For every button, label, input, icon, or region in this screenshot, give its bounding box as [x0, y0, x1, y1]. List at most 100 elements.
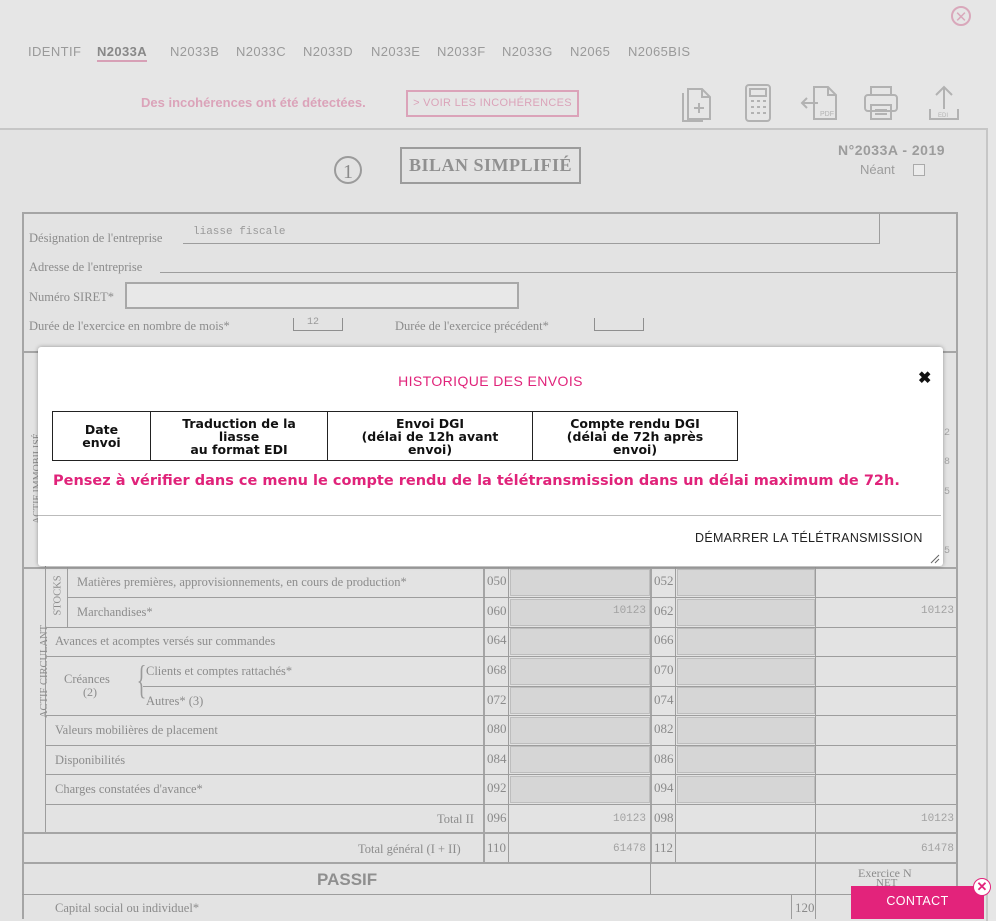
duree-value: 12	[307, 317, 320, 328]
history-table: Date envoi Traduction de la liasse au for…	[52, 411, 738, 461]
row-label: Autres* (3)	[146, 694, 204, 708]
siret-label: Numéro SIRET*	[29, 290, 115, 304]
tab-n2033f[interactable]: N2033F	[437, 44, 486, 59]
line-code: 050	[487, 573, 507, 588]
resize-grip-icon[interactable]	[928, 551, 940, 564]
line-code: 084	[487, 751, 507, 766]
divider	[791, 894, 792, 919]
line-code: 072	[487, 692, 507, 707]
start-teletransmission-button[interactable]: DÉMARRER LA TÉLÉTRANSMISSION	[695, 531, 923, 545]
tab-n2033d[interactable]: N2033D	[303, 44, 353, 59]
siret-input[interactable]	[125, 282, 519, 309]
copy-add-icon[interactable]	[678, 83, 720, 123]
tab-n2033g[interactable]: N2033G	[502, 44, 553, 59]
row-label: Disponibilités	[55, 753, 126, 767]
tab-n2065bis[interactable]: N2065BIS	[628, 44, 690, 59]
line-code: 064	[487, 632, 507, 647]
neant-label: Néant	[860, 162, 895, 177]
duree-label: Durée de l'exercice en nombre de mois*	[29, 319, 230, 333]
divider	[22, 567, 958, 569]
line-code: 062	[654, 603, 674, 618]
right-value: 5	[944, 546, 951, 557]
col-date-envoi: Date envoi	[52, 411, 151, 461]
amount-value: 61478	[920, 843, 954, 855]
amount-input[interactable]	[677, 746, 815, 773]
amount-input[interactable]	[677, 687, 815, 714]
amount-value: 10123	[920, 605, 954, 617]
amount-input[interactable]	[677, 628, 815, 655]
line-code: 086	[654, 751, 674, 766]
close-icon[interactable]: ✕	[951, 6, 971, 26]
amount-input[interactable]	[510, 776, 650, 803]
tab-n2033e[interactable]: N2033E	[371, 44, 420, 59]
tab-n2033c[interactable]: N2033C	[236, 44, 286, 59]
divider	[879, 214, 880, 243]
row-label: Avances et acomptes versés sur commandes	[55, 634, 276, 648]
amount-input[interactable]	[677, 776, 815, 803]
total-general-label: Total général (I + II)	[358, 842, 461, 856]
col-envoi-dgi: Envoi DGI (délai de 12h avant envoi)	[327, 411, 533, 461]
row-divider	[45, 804, 956, 805]
line-code: 068	[487, 662, 507, 677]
line-code: 080	[487, 721, 507, 736]
modal-title: HISTORIQUE DES ENVOIS	[398, 373, 583, 389]
amount-value: 61478	[612, 843, 646, 855]
edi-upload-icon[interactable]: EDI	[923, 83, 965, 123]
line-code: 096	[487, 810, 507, 825]
row-divider	[45, 774, 956, 775]
duree-prec-input[interactable]	[594, 318, 644, 331]
tab-identif[interactable]: IDENTIF	[28, 44, 81, 59]
tab-n2033a[interactable]: N2033A	[97, 44, 148, 62]
capital-label: Capital social ou individuel*	[55, 901, 200, 915]
row-divider	[45, 715, 956, 716]
right-value: 8	[944, 457, 951, 468]
amount-input[interactable]	[677, 569, 815, 596]
amount-input[interactable]	[510, 717, 650, 744]
contact-button[interactable]: CONTACT	[851, 886, 984, 919]
tab-n2065[interactable]: N2065	[570, 44, 610, 59]
row-divider	[45, 656, 956, 657]
svg-text:PDF: PDF	[820, 111, 834, 118]
modal-close-icon[interactable]: ✖	[918, 368, 931, 388]
incoherence-message: Des incohérences ont été détectées.	[141, 95, 366, 110]
amount-input[interactable]	[677, 717, 815, 744]
calculator-icon[interactable]	[737, 83, 779, 123]
line-code: 110	[487, 840, 507, 855]
row-divider	[67, 597, 956, 598]
col-compte-rendu-dgi: Compte rendu DGI (délai de 72h après envo…	[532, 411, 738, 461]
amount-input[interactable]	[510, 628, 650, 655]
divider	[22, 894, 958, 895]
line-code: 070	[654, 662, 674, 677]
line-code: 074	[654, 692, 674, 707]
line-code: 092	[487, 780, 507, 795]
row-divider	[45, 627, 956, 628]
line-code: 060	[487, 603, 507, 618]
amount-input[interactable]	[677, 599, 815, 626]
tab-n2033b[interactable]: N2033B	[170, 44, 219, 59]
form-title: BILAN SIMPLIFIÉ	[400, 147, 581, 184]
row-label: Valeurs mobilières de placement	[55, 723, 218, 737]
modal-separator	[38, 515, 941, 516]
adresse-input[interactable]	[160, 272, 956, 273]
row-divider	[22, 832, 958, 834]
amount-input[interactable]	[677, 658, 815, 685]
amount-input[interactable]	[510, 658, 650, 685]
neant-checkbox[interactable]	[913, 164, 925, 176]
svg-text:EDI: EDI	[938, 113, 948, 119]
brace-icon: {	[136, 657, 147, 702]
row-label: Charges constatées d'avance*	[55, 782, 203, 796]
view-incoherences-button[interactable]: > VOIR LES INCOHÉRENCES	[406, 90, 579, 117]
right-value: 2	[944, 428, 951, 439]
contact-close-icon[interactable]: ✕	[973, 878, 991, 896]
passif-heading: PASSIF	[317, 870, 378, 889]
pdf-icon[interactable]: PDF	[798, 83, 840, 123]
amount-input[interactable]	[510, 687, 650, 714]
modal-warning: Pensez à vérifier dans ce menu le compte…	[53, 473, 900, 489]
amount-input[interactable]	[510, 569, 650, 596]
row-label: Matières premières, approvisionnements, …	[77, 575, 407, 589]
designation-input[interactable]: liasse fiscale	[193, 226, 285, 238]
amount-input[interactable]	[510, 746, 650, 773]
row-label: Marchandises*	[77, 605, 153, 619]
creances-note: (2)	[83, 685, 97, 699]
print-icon[interactable]	[860, 83, 902, 123]
